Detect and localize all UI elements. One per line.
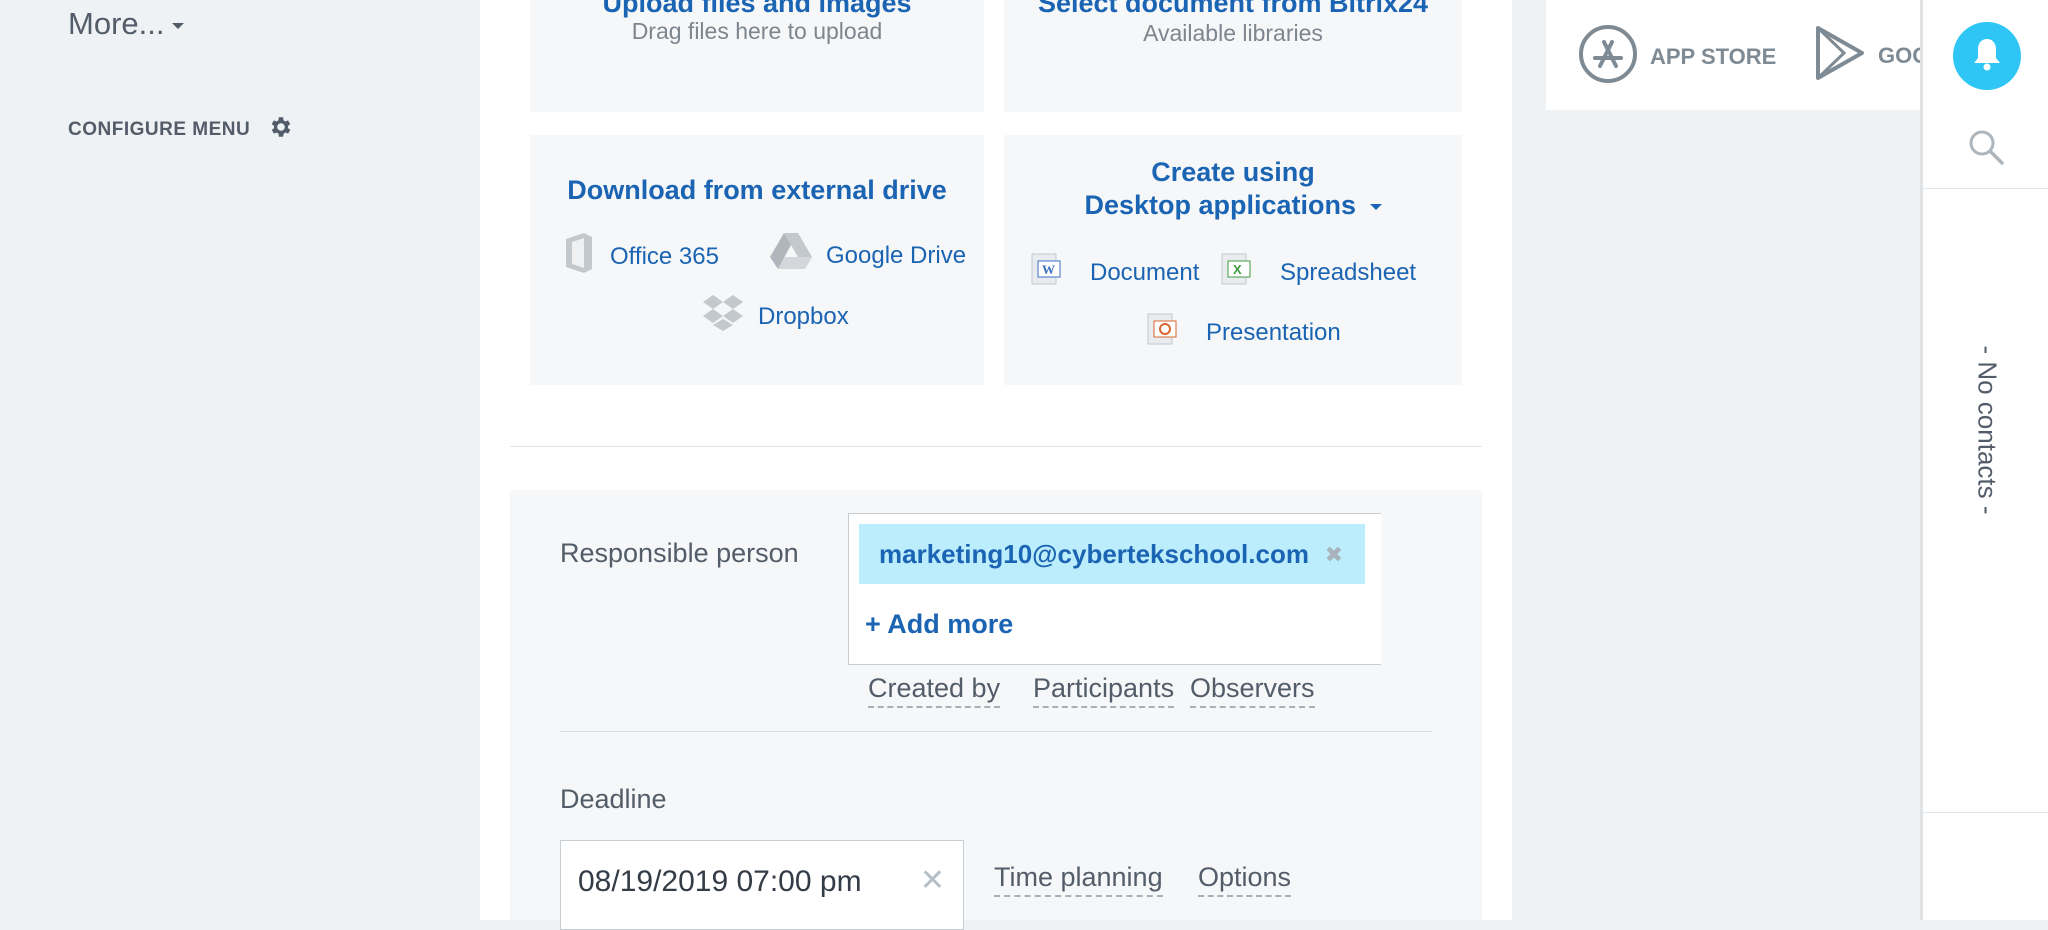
notifications-button[interactable] — [1953, 22, 2021, 90]
app-store-link[interactable]: APP STORE — [1578, 24, 1776, 90]
office365-label: Office 365 — [610, 242, 719, 270]
upload-files-card[interactable]: Upload files and images Drag files here … — [530, 0, 984, 112]
create-presentation-label: Presentation — [1206, 318, 1341, 346]
deadline-label: Deadline — [560, 784, 667, 814]
add-more-button[interactable]: + Add more — [865, 609, 1013, 640]
responsible-person-selector[interactable]: marketing10@cybertekschool.com ✖ + Add m… — [848, 513, 1381, 665]
app-store-label: APP STORE — [1650, 44, 1777, 69]
form-separator — [560, 731, 1432, 732]
dropbox-icon — [702, 293, 744, 340]
spreadsheet-icon: X — [1220, 252, 1252, 293]
create-presentation-link[interactable]: Presentation — [1146, 312, 1341, 353]
time-planning-link[interactable]: Time planning — [994, 862, 1163, 897]
presentation-icon — [1146, 312, 1178, 353]
google-drive-label: Google Drive — [826, 241, 967, 269]
external-drive-title: Download from external drive — [567, 175, 947, 205]
office365-icon — [562, 233, 596, 280]
desktop-apps-card: Create using Desktop applications W Docu… — [1004, 135, 1462, 385]
bitrix-document-card[interactable]: Select document from Bitrix24 Available … — [1004, 0, 1462, 112]
svg-text:X: X — [1233, 262, 1242, 277]
google-play-link[interactable]: GOOGLE PLAY — [1814, 24, 1920, 88]
gear-icon[interactable] — [268, 114, 294, 146]
office365-link[interactable]: Office 365 — [562, 233, 719, 280]
participants-link[interactable]: Participants — [1033, 673, 1175, 708]
google-drive-link[interactable]: Google Drive — [770, 233, 966, 278]
google-play-icon — [1814, 24, 1866, 88]
dropbox-label: Dropbox — [758, 302, 849, 330]
left-sidebar: More... CONFIGURE MENU — [0, 0, 480, 920]
no-contacts-text: - No contacts - — [1972, 345, 2003, 515]
deadline-input[interactable]: 08/19/2019 07:00 pm ✕ — [560, 840, 964, 930]
right-rail: - No contacts - — [1920, 0, 2048, 920]
observers-link[interactable]: Observers — [1190, 673, 1315, 708]
create-spreadsheet-link[interactable]: X Spreadsheet — [1220, 252, 1416, 293]
clear-deadline-icon[interactable]: ✕ — [920, 863, 945, 898]
more-menu-button[interactable]: More... — [68, 6, 185, 42]
desktop-apps-title[interactable]: Create using Desktop applications — [1004, 157, 1462, 221]
options-link[interactable]: Options — [1198, 862, 1292, 897]
task-form-panel: Upload files and images Drag files here … — [480, 0, 1512, 930]
responsible-person-value: marketing10@cybertekschool.com — [879, 538, 1309, 569]
external-drive-card: Download from external drive Office 365 … — [530, 135, 984, 385]
desktop-apps-title-line2: Desktop applications — [1084, 190, 1357, 220]
search-button[interactable] — [1967, 128, 2005, 171]
desktop-apps-title-line1: Create using — [1151, 157, 1315, 187]
deadline-value: 08/19/2019 07:00 pm — [578, 865, 862, 898]
section-divider — [510, 446, 1482, 447]
upload-files-title[interactable]: Upload files and images — [530, 0, 984, 19]
mobile-app-banner: APP STORE GOOGLE PLAY — [1546, 0, 1920, 110]
responsible-person-label: Responsible person — [560, 538, 799, 568]
upload-files-hint: Drag files here to upload — [631, 18, 883, 44]
bitrix-document-title[interactable]: Select document from Bitrix24 — [1004, 0, 1462, 19]
more-menu-label: More... — [68, 6, 165, 41]
search-icon — [1967, 130, 2005, 170]
create-document-link[interactable]: W Document — [1030, 252, 1199, 293]
remove-tag-icon[interactable]: ✖ — [1325, 542, 1343, 568]
chevron-down-icon — [172, 22, 185, 29]
bitrix-document-hint: Available libraries — [1143, 20, 1323, 46]
word-document-icon: W — [1030, 252, 1062, 293]
google-play-label: GOOGLE PLAY — [1878, 43, 1920, 68]
create-document-label: Document — [1090, 258, 1200, 286]
dropbox-link[interactable]: Dropbox — [702, 293, 849, 340]
rail-divider — [1923, 188, 2048, 189]
chevron-down-icon[interactable] — [1369, 203, 1382, 210]
task-properties-form: Responsible person marketing10@cyberteks… — [510, 490, 1482, 930]
bell-icon — [1972, 37, 2002, 76]
responsible-person-tag[interactable]: marketing10@cybertekschool.com ✖ — [859, 524, 1365, 584]
svg-text:W: W — [1042, 262, 1055, 277]
rail-divider — [1923, 812, 2048, 813]
created-by-link[interactable]: Created by — [868, 673, 1001, 708]
configure-menu-label: CONFIGURE MENU — [68, 119, 251, 140]
app-store-icon — [1578, 24, 1638, 90]
google-drive-icon — [770, 233, 812, 278]
configure-menu-button[interactable]: CONFIGURE MENU — [68, 114, 294, 146]
create-spreadsheet-label: Spreadsheet — [1280, 258, 1417, 286]
